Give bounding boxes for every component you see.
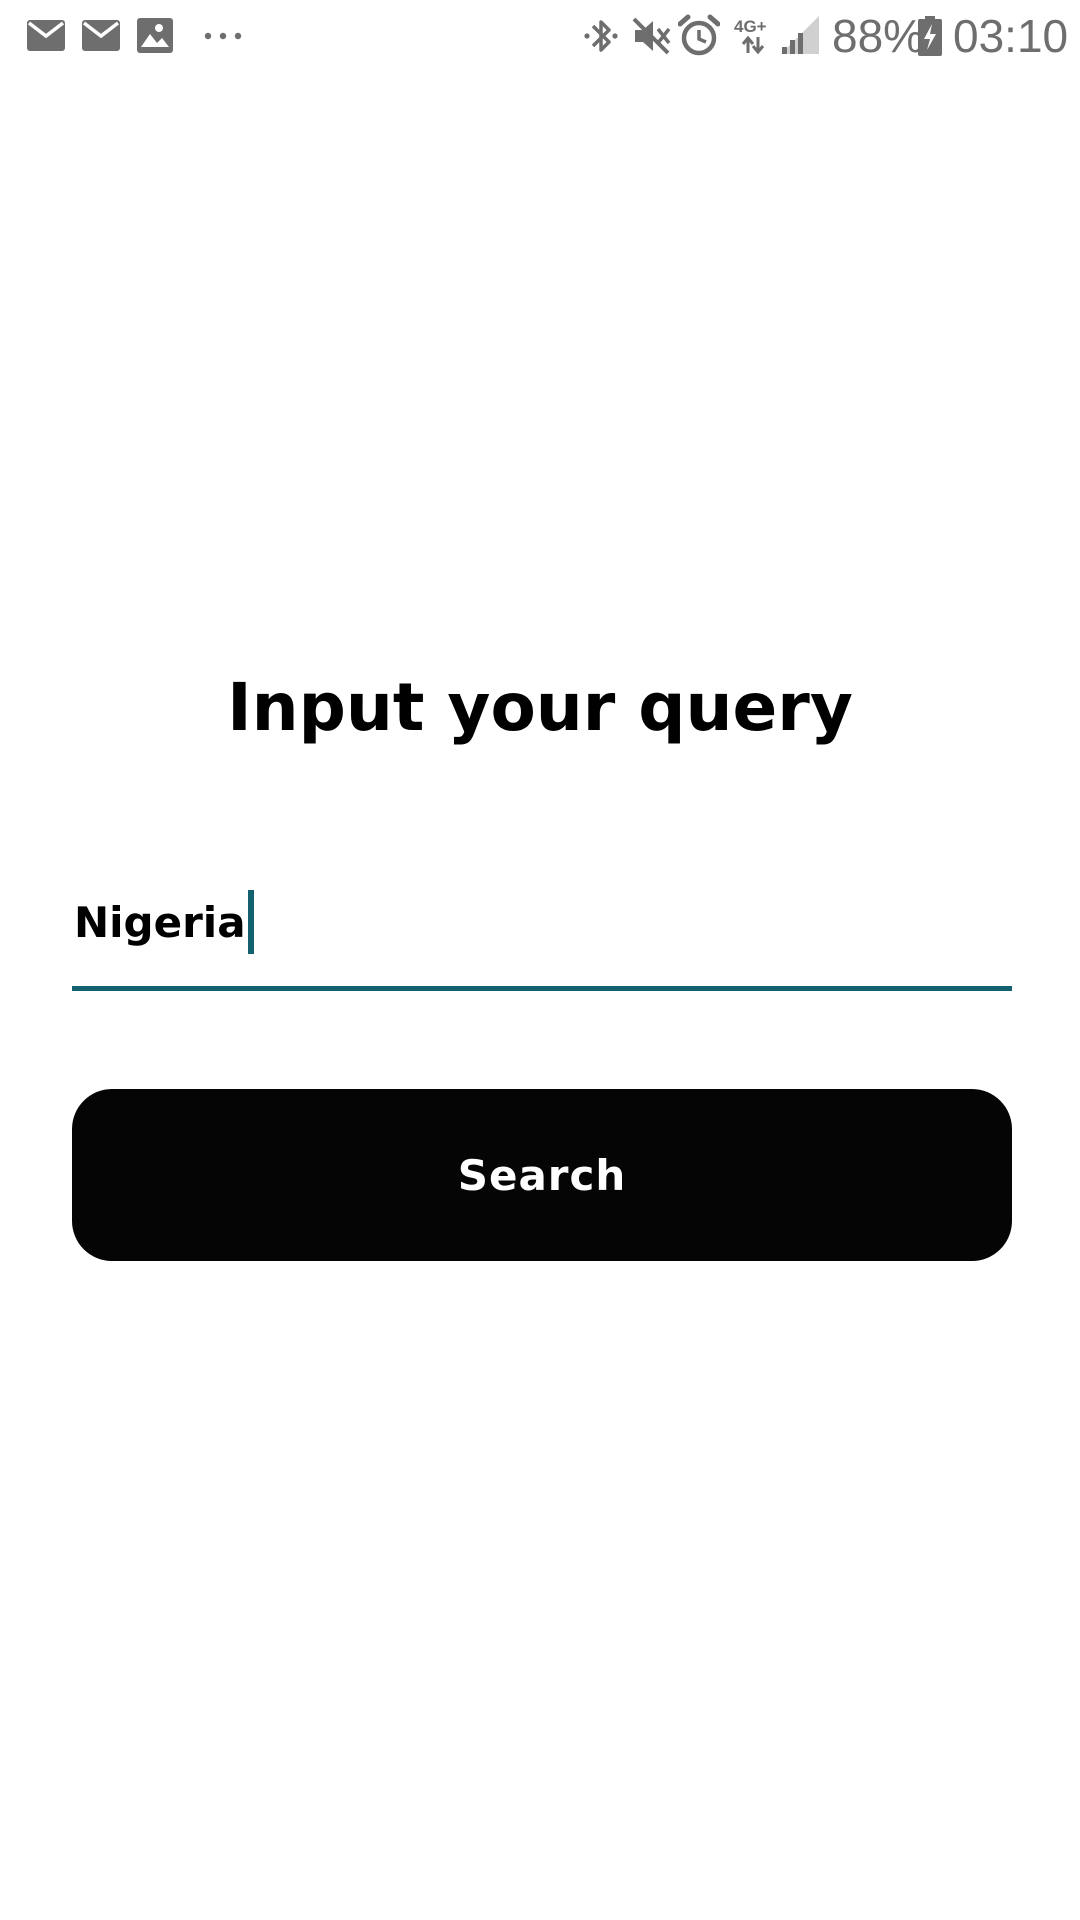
mail-icon [27, 20, 65, 51]
data-arrows-icon [741, 36, 765, 54]
more-dots-icon [204, 32, 242, 40]
query-input[interactable]: Nigeria [74, 889, 254, 958]
signal-icon [781, 16, 819, 54]
status-time: 03:10 [953, 10, 1069, 62]
screen: 4G+ 88% 03:10 Input your query Nigeria S… [0, 0, 1080, 1920]
network-4g-plus-icon: 4G+ [733, 16, 773, 56]
search-button[interactable]: Search [72, 1089, 1012, 1261]
text-caret [247, 889, 254, 954]
mail-icon [82, 20, 120, 51]
alarm-icon [678, 14, 720, 56]
network-label: 4G+ [734, 17, 767, 36]
status-bar: 4G+ 88% 03:10 [0, 0, 1080, 72]
page-title: Input your query [227, 669, 853, 746]
mute-icon [632, 17, 671, 55]
query-input-value: Nigeria [74, 898, 246, 947]
battery-charging-icon [918, 16, 942, 56]
query-field[interactable]: Nigeria [72, 880, 1012, 992]
query-input-underline [72, 986, 1012, 991]
image-icon [137, 18, 173, 53]
battery-percent: 88% [832, 10, 925, 62]
bluetooth-icon [584, 20, 618, 52]
